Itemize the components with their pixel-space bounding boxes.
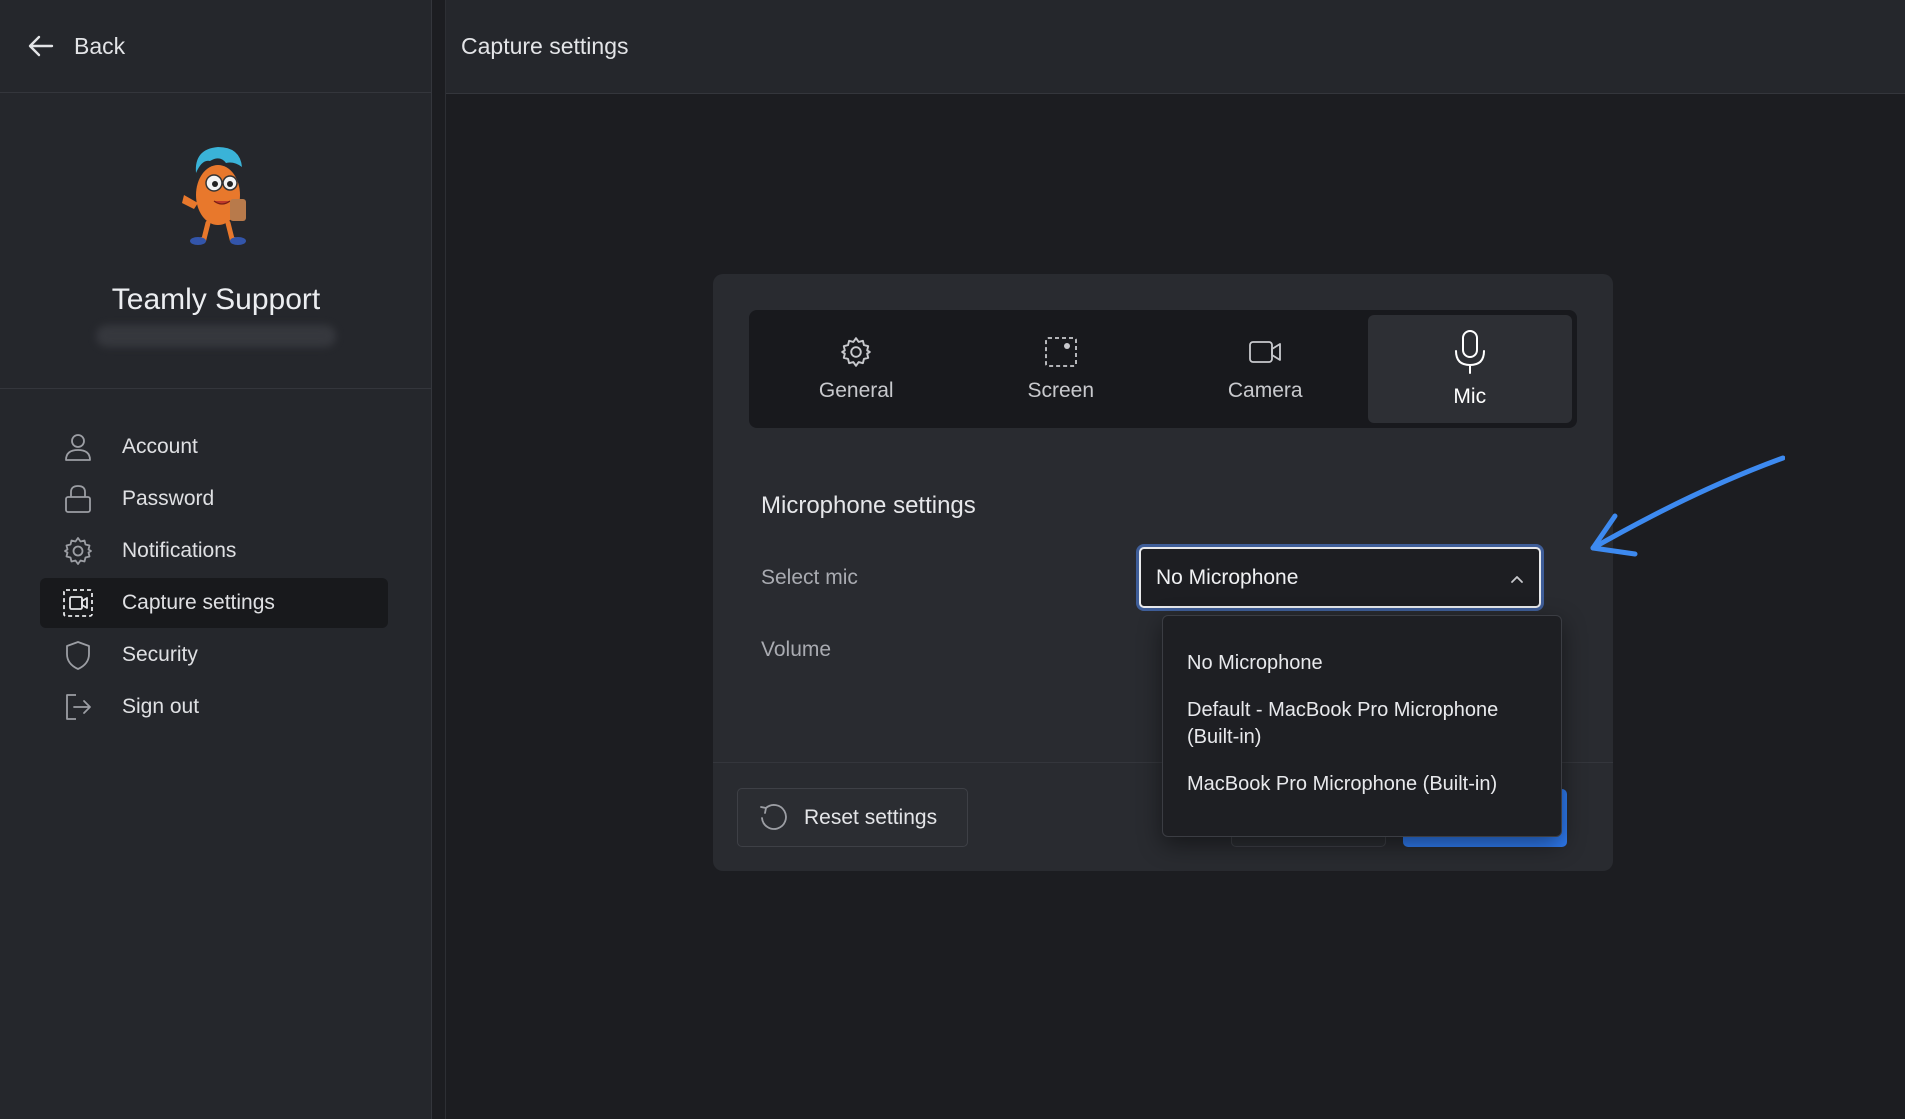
shield-icon — [66, 641, 90, 670]
arrow-left-icon — [28, 35, 54, 57]
mic-select-value: No Microphone — [1156, 565, 1299, 589]
capture-icon — [63, 589, 93, 617]
profile: Teamly Support — [0, 93, 432, 389]
sidebar-item-account[interactable]: Account — [40, 422, 388, 472]
lock-icon — [65, 485, 91, 513]
app: Back Teamly Support Account Password Not… — [0, 0, 1905, 1119]
sign-out-icon — [66, 694, 91, 720]
back-button[interactable]: Back — [0, 0, 432, 93]
gear-icon — [841, 337, 872, 367]
chevron-up-icon — [1511, 576, 1523, 583]
tab-label: Screen — [1027, 379, 1095, 402]
sidebar-item-sign-out[interactable]: Sign out — [40, 682, 388, 732]
user-icon — [65, 434, 91, 461]
sidebar-nav: Account Password Notifications Capture s… — [40, 422, 388, 734]
gear-icon — [64, 537, 92, 565]
sidebar: Back Teamly Support Account Password Not… — [0, 0, 432, 1119]
sidebar-item-notifications[interactable]: Notifications — [40, 526, 388, 576]
tab-mic[interactable]: Mic — [1367, 315, 1572, 423]
screen-capture-icon — [1044, 337, 1077, 367]
profile-name: Teamly Support — [111, 283, 321, 316]
mic-option[interactable]: No Microphone — [1163, 644, 1561, 683]
camera-icon — [1249, 341, 1282, 363]
tab-camera[interactable]: Camera — [1163, 315, 1368, 423]
page-title: Capture settings — [461, 33, 629, 59]
volume-label: Volume — [761, 638, 832, 661]
sidebar-item-label: Password — [122, 487, 215, 510]
sidebar-item-capture-settings[interactable]: Capture settings — [40, 578, 388, 628]
section-title: Microphone settings — [761, 492, 976, 519]
mascot-avatar — [182, 147, 246, 245]
mic-option[interactable]: MacBook Pro Microphone (Built-in) — [1163, 765, 1561, 804]
sidebar-item-label: Notifications — [122, 539, 237, 562]
reset-settings-button[interactable]: Reset settings — [737, 788, 968, 847]
reset-settings-label: Reset settings — [804, 805, 938, 829]
sidebar-item-password[interactable]: Password — [40, 474, 388, 524]
mic-select[interactable]: No Microphone — [1139, 547, 1541, 608]
sidebar-item-label: Account — [122, 435, 198, 458]
back-label: Back — [74, 32, 126, 59]
tab-label: Mic — [1453, 385, 1487, 408]
top-bar: Capture settings — [446, 0, 1905, 94]
sidebar-item-security[interactable]: Security — [40, 630, 388, 680]
mic-options-menu: No Microphone Default - MacBook Pro Micr… — [1162, 615, 1562, 837]
profile-email-redacted — [96, 325, 336, 347]
tab-general[interactable]: General — [754, 315, 959, 423]
select-mic-label: Select mic — [761, 566, 858, 589]
sidebar-item-label: Sign out — [122, 695, 200, 718]
annotation-arrow-icon — [1590, 455, 1785, 557]
settings-tabs: General Screen Camera Mic — [749, 310, 1577, 428]
sidebar-item-label: Security — [122, 643, 198, 666]
sidebar-item-label: Capture settings — [122, 591, 275, 614]
mic-option[interactable]: Default - MacBook Pro Microphone (Built-… — [1163, 691, 1561, 757]
tab-screen[interactable]: Screen — [959, 315, 1164, 423]
microphone-icon — [1454, 330, 1485, 374]
tab-label: Camera — [1227, 379, 1303, 402]
tab-label: General — [818, 379, 894, 402]
reset-icon — [760, 803, 787, 830]
